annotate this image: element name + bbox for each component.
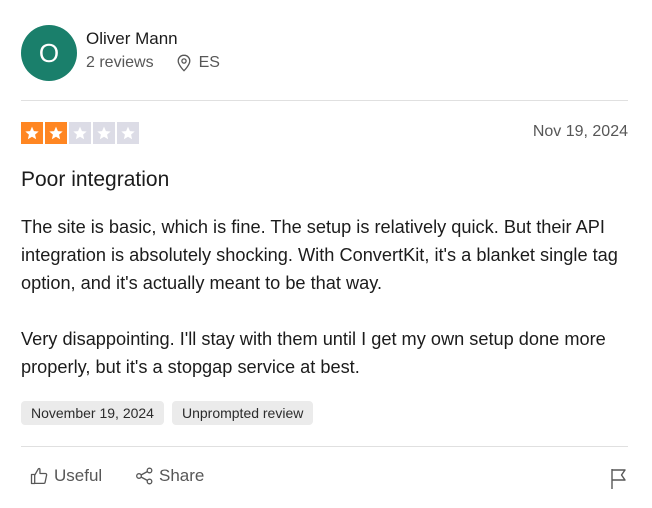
tag-unprompted[interactable]: Unprompted review (171, 401, 314, 425)
author-name[interactable]: Oliver Mann (86, 28, 178, 50)
review-paragraph-1: The site is basic, which is fine. The se… (21, 217, 618, 293)
flag-icon[interactable] (610, 468, 628, 490)
review-card: O Oliver Mann 2 reviews ES Nov 19, 2024 … (21, 0, 628, 508)
review-paragraph-2: Very disappointing. I'll stay with them … (21, 329, 606, 377)
share-label: Share (159, 466, 205, 485)
author-country: ES (198, 54, 220, 71)
useful-label: Useful (54, 466, 103, 485)
review-header: O Oliver Mann 2 reviews ES (21, 25, 628, 81)
useful-button[interactable]: Useful (30, 466, 102, 486)
star-filled-icon (45, 122, 67, 144)
star-filled-icon (21, 122, 43, 144)
star-empty-icon (93, 122, 115, 144)
author-info: Oliver Mann (86, 28, 178, 50)
share-button[interactable]: Share (135, 466, 204, 486)
review-title[interactable]: Poor integration (21, 166, 169, 194)
review-date: Nov 19, 2024 (532, 123, 628, 140)
divider-bottom (21, 446, 628, 447)
avatar-initial: O (38, 38, 60, 68)
review-tags: November 19, 2024 Unprompted review (21, 401, 314, 425)
divider-top (21, 100, 628, 101)
tag-date: November 19, 2024 (21, 401, 164, 425)
star-empty-icon (117, 122, 139, 144)
location-pin-icon (177, 54, 191, 72)
star-rating (21, 122, 139, 144)
review-body: The site is basic, which is fine. The se… (21, 213, 633, 381)
avatar[interactable]: O (21, 25, 77, 81)
share-icon (136, 467, 153, 485)
author-meta: 2 reviews ES (86, 54, 220, 72)
review-actions: Useful Share (21, 466, 628, 494)
thumbs-up-icon (30, 467, 48, 485)
star-empty-icon (69, 122, 91, 144)
reviews-count: 2 reviews (86, 54, 154, 71)
